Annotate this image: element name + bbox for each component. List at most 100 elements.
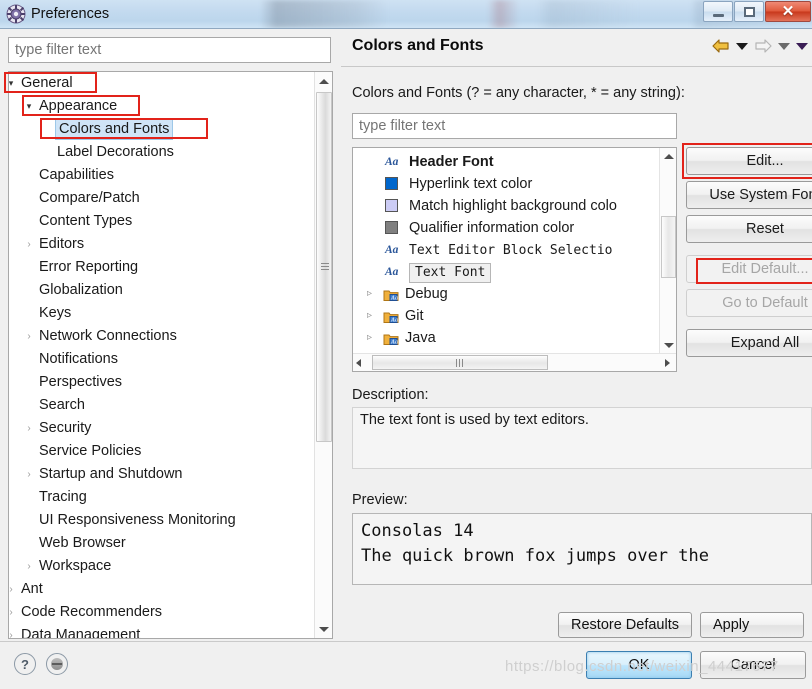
tree-item-error-reporting[interactable]: Error Reporting	[9, 256, 314, 279]
expand-arrow-closed-icon[interactable]: ›	[9, 601, 17, 624]
tree-item-perspectives[interactable]: Perspectives	[9, 371, 314, 394]
expand-arrow-closed-icon[interactable]: ▹	[367, 283, 372, 305]
tree-item-data-management[interactable]: › Data Management	[9, 624, 314, 638]
tree-item-label: Notifications	[39, 351, 118, 367]
tree-item-security[interactable]: › Security	[9, 417, 314, 440]
tree-item-compare-patch[interactable]: Compare/Patch	[9, 187, 314, 210]
tree-item-label: Compare/Patch	[39, 190, 140, 206]
description-box: The text font is used by text editors.	[352, 407, 812, 469]
tree-scroll-down-button[interactable]	[315, 620, 332, 638]
list-scroll-right-button[interactable]	[665, 359, 670, 367]
expand-arrow-closed-icon[interactable]: ›	[23, 555, 35, 578]
list-item-match-highlight-background-colo[interactable]: Match highlight background colo	[353, 195, 661, 217]
tree-item-network-connections[interactable]: › Network Connections	[9, 325, 314, 348]
tree-item-label: Colors and Fonts	[55, 119, 174, 140]
dialog-footer-icons: ?	[14, 653, 68, 675]
expand-arrow-closed-icon[interactable]: ›	[23, 233, 35, 256]
page-navigation-bar	[712, 39, 808, 53]
preview-line-1: Consolas 14	[361, 521, 474, 541]
list-item-debug[interactable]: ▹ Aa Debug	[353, 283, 661, 305]
use-system-font-button[interactable]: Use System Font	[686, 181, 812, 209]
tree-item-workspace[interactable]: › Workspace	[9, 555, 314, 578]
list-item-header-font[interactable]: Aa Header Font	[353, 151, 661, 173]
expand-arrow-closed-icon[interactable]: ›	[9, 624, 17, 638]
cancel-button[interactable]: Cancel	[700, 651, 806, 679]
tree-item-label: Service Policies	[39, 443, 142, 459]
tree-item-globalization[interactable]: Globalization	[9, 279, 314, 302]
list-item-java[interactable]: ▹ Aa Java	[353, 327, 661, 349]
tree-item-notifications[interactable]: Notifications	[9, 348, 314, 371]
tree-item-appearance[interactable]: ▾ Appearance	[9, 95, 314, 118]
list-scrollbar-thumb[interactable]	[661, 216, 676, 278]
list-hscrollbar-thumb[interactable]	[372, 355, 548, 370]
list-item-text-editor-block-selectio[interactable]: Aa Text Editor Block Selectio	[353, 239, 661, 261]
tree-vertical-scrollbar[interactable]	[314, 72, 332, 638]
minimize-button[interactable]	[703, 1, 733, 22]
expand-arrow-closed-icon[interactable]: ›	[23, 463, 35, 486]
tree-item-search[interactable]: Search	[9, 394, 314, 417]
tree-item-editors[interactable]: › Editors	[9, 233, 314, 256]
back-arrow-icon[interactable]	[712, 39, 730, 53]
tree-item-capabilities[interactable]: Capabilities	[9, 164, 314, 187]
tree-filter-input[interactable]	[8, 37, 331, 63]
maximize-button[interactable]	[734, 1, 764, 22]
tree-item-startup-and-shutdown[interactable]: › Startup and Shutdown	[9, 463, 314, 486]
list-item-git[interactable]: ▹ Aa Git	[353, 305, 661, 327]
tree-item-general[interactable]: ▾ General	[9, 72, 314, 95]
ok-button[interactable]: OK	[586, 651, 692, 679]
tree-scrollbar-thumb[interactable]	[316, 92, 332, 442]
tree-item-label-decorations[interactable]: Label Decorations	[9, 141, 314, 164]
list-item-label: Hyperlink text color	[409, 176, 533, 192]
action-bar-divider	[0, 641, 812, 642]
help-button[interactable]: ?	[14, 653, 36, 675]
back-history-chevron-down-icon[interactable]	[736, 42, 748, 50]
expand-arrow-open-icon[interactable]: ▾	[23, 95, 35, 118]
list-scroll-up-button[interactable]	[660, 148, 676, 165]
list-item-qualifier-information-color[interactable]: Qualifier information color	[353, 217, 661, 239]
list-vertical-scrollbar[interactable]	[659, 148, 676, 354]
triangle-left-icon	[356, 359, 361, 367]
window-controls: ✕	[703, 0, 812, 23]
expand-arrow-open-icon[interactable]: ▾	[9, 72, 17, 95]
tree-item-keys[interactable]: Keys	[9, 302, 314, 325]
tree-item-web-browser[interactable]: Web Browser	[9, 532, 314, 555]
restore-defaults-button[interactable]: Restore Defaults	[558, 612, 692, 638]
expand-arrow-closed-icon[interactable]: ▹	[367, 305, 372, 327]
expand-arrow-closed-icon[interactable]: ›	[23, 325, 35, 348]
tree-item-ant[interactable]: › Ant	[9, 578, 314, 601]
list-horizontal-scrollbar[interactable]	[353, 353, 676, 371]
tree-item-colors-and-fonts[interactable]: Colors and Fonts	[9, 118, 314, 141]
info-button[interactable]	[46, 653, 68, 675]
list-scroll-down-button[interactable]	[660, 337, 676, 354]
reset-button[interactable]: Reset	[686, 215, 812, 243]
font-sample-aa-icon: Aa	[385, 156, 399, 168]
tree-item-service-policies[interactable]: Service Policies	[9, 440, 314, 463]
dialog-action-bar: Restore Defaults Apply OK Cancel	[0, 612, 812, 689]
list-item-label: Header Font	[409, 154, 494, 170]
colors-and-fonts-list[interactable]: Aa Header Font Hyperlink text color Match h…	[352, 147, 677, 372]
tree-item-content-types[interactable]: Content Types	[9, 210, 314, 233]
svg-text:Aa: Aa	[390, 296, 398, 302]
expand-arrow-closed-icon[interactable]: ▹	[367, 327, 372, 349]
tree-item-tracing[interactable]: Tracing	[9, 486, 314, 509]
tree-scroll-up-button[interactable]	[315, 72, 332, 90]
colors-and-fonts-rows: Aa Header Font Hyperlink text color Match h…	[353, 151, 661, 349]
view-menu-chevron-down-icon[interactable]	[796, 42, 808, 50]
edit-button[interactable]: Edit...	[686, 147, 812, 175]
font-filter-input[interactable]	[352, 113, 677, 139]
tree-item-code-recommenders[interactable]: › Code Recommenders	[9, 601, 314, 624]
preferences-tree[interactable]: ▾ General ▾ Appearance Colors and Fonts Label…	[8, 71, 333, 639]
list-item-hyperlink-text-color[interactable]: Hyperlink text color	[353, 173, 661, 195]
apply-button[interactable]: Apply	[700, 612, 804, 638]
scrollbar-grip-icon	[456, 358, 464, 367]
color-swatch	[385, 199, 398, 212]
expand-arrow-closed-icon[interactable]: ›	[23, 417, 35, 440]
window-title-bar: Preferences ✕	[0, 0, 812, 28]
list-scroll-left-button[interactable]	[356, 359, 361, 367]
tree-item-label: Ant	[21, 581, 43, 597]
close-button[interactable]: ✕	[765, 1, 811, 22]
expand-arrow-closed-icon[interactable]: ›	[9, 578, 17, 601]
expand-all-button[interactable]: Expand All	[686, 329, 812, 357]
tree-item-ui-responsiveness-monitoring[interactable]: UI Responsiveness Monitoring	[9, 509, 314, 532]
list-item-text-font[interactable]: Aa Text Font	[353, 261, 661, 283]
